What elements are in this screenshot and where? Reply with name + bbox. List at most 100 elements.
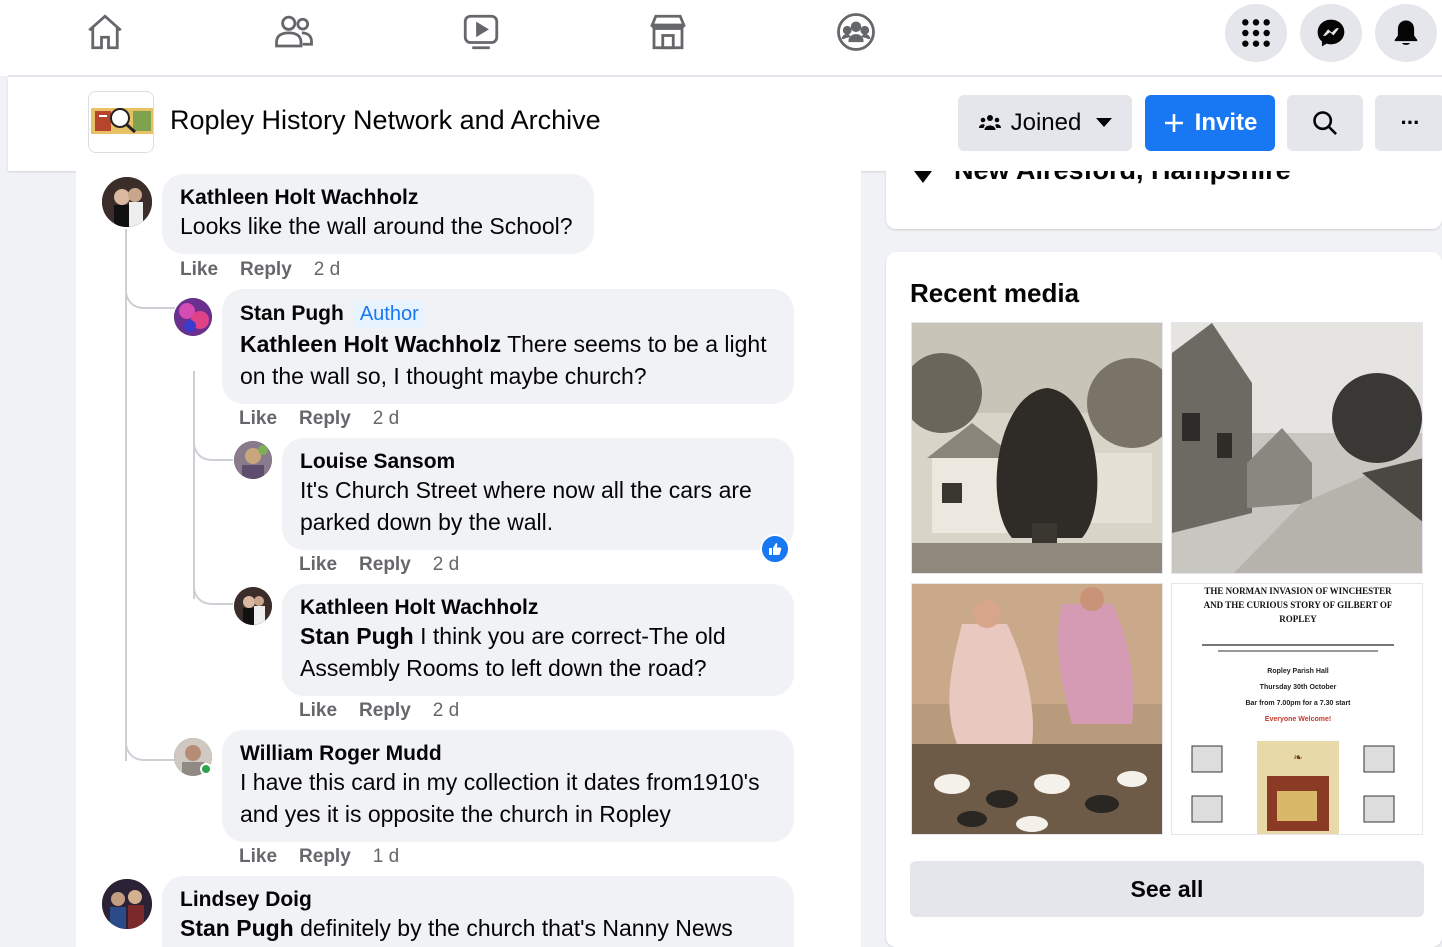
poster-line3: ROPLEY xyxy=(1279,614,1317,624)
comment-text-row: Kathleen Holt Wachholz There seems to be… xyxy=(240,328,776,392)
comment-actions: Like Reply 2 d xyxy=(299,554,481,576)
recent-media-card: Recent media THE NORMAN INVASION OF WINC… xyxy=(886,252,1442,947)
comment-actions: Like Reply 2 d xyxy=(299,700,481,722)
comment-actions: Like Reply 2 d xyxy=(180,259,362,281)
comment-time[interactable]: 2 d xyxy=(373,408,399,429)
invite-label: Invite xyxy=(1194,109,1258,136)
online-status-dot xyxy=(200,763,212,775)
friends-icon[interactable] xyxy=(272,10,316,54)
comment-bubble: Stan Pugh Author Kathleen Holt Wachholz T… xyxy=(222,289,794,404)
reply-link[interactable]: Reply xyxy=(240,259,292,280)
comment-text: definitely by the church that's Nanny Ne… xyxy=(293,915,733,941)
media-photo[interactable] xyxy=(911,322,1163,574)
avatar[interactable] xyxy=(234,441,272,479)
recent-media-title: Recent media xyxy=(910,278,1080,308)
avatar[interactable] xyxy=(234,587,272,625)
group-title[interactable]: Ropley History Network and Archive xyxy=(170,105,601,136)
author-badge: Author xyxy=(353,301,425,328)
like-link[interactable]: Like xyxy=(239,408,277,429)
reply-link[interactable]: Reply xyxy=(359,700,411,721)
mention-link[interactable]: Kathleen Holt Wachholz xyxy=(240,331,501,357)
like-link[interactable]: Like xyxy=(299,700,337,721)
comment-bubble: Louise Sansom It's Church Street where n… xyxy=(282,438,794,550)
thread-line xyxy=(193,371,195,599)
search-icon xyxy=(1313,111,1337,135)
home-icon[interactable] xyxy=(83,10,127,54)
avatar[interactable] xyxy=(102,879,152,929)
comment-time[interactable]: 2 d xyxy=(433,554,459,575)
watch-icon[interactable] xyxy=(459,10,503,54)
like-link[interactable]: Like xyxy=(299,554,337,575)
invite-button[interactable]: Invite xyxy=(1145,95,1275,151)
poster-line2: AND THE CURIOUS STORY OF GILBERT OF xyxy=(1203,600,1393,610)
avatar[interactable] xyxy=(174,298,212,336)
poster-line1: THE NORMAN INVASION OF WINCHESTER xyxy=(1204,586,1392,596)
mention-link[interactable]: Stan Pugh xyxy=(300,623,414,649)
mention-link[interactable]: Stan Pugh xyxy=(180,915,294,941)
comment-actions: Like Reply 2 d xyxy=(239,408,421,430)
poster-date: Thursday 30th October xyxy=(1259,684,1337,691)
menu-grid-button[interactable] xyxy=(1225,4,1287,62)
comment-text-row: Stan Pugh I think you are correct-The ol… xyxy=(300,620,776,684)
notifications-button[interactable] xyxy=(1375,4,1437,62)
comment-bubble: Kathleen Holt Wachholz Stan Pugh I think… xyxy=(282,584,794,696)
caret-down-icon xyxy=(1096,118,1113,127)
comment-time[interactable]: 1 d xyxy=(373,846,399,867)
group-location: New Alresford, Hampshire xyxy=(954,171,1291,186)
comment-text-row: Stan Pugh definitely by the church that'… xyxy=(180,912,776,944)
location-pin-icon xyxy=(914,171,932,183)
poster-body-lines xyxy=(1202,640,1394,656)
comment-author[interactable]: Lindsey Doig xyxy=(180,888,776,912)
menu-grid-icon xyxy=(1242,19,1270,47)
poster-venue: Ropley Parish Hall xyxy=(1267,668,1329,675)
like-link[interactable]: Like xyxy=(239,846,277,867)
like-link[interactable]: Like xyxy=(180,259,218,280)
comment-bubble: William Roger Mudd I have this card in m… xyxy=(222,730,794,842)
media-photo[interactable] xyxy=(1171,322,1423,574)
svg-text:❧: ❧ xyxy=(1293,752,1302,764)
more-options-button[interactable]: ··· xyxy=(1375,95,1442,151)
joined-button[interactable]: Joined xyxy=(958,95,1132,151)
group-header-bar: Ropley History Network and Archive Joine… xyxy=(8,77,1442,171)
comment-author[interactable]: Kathleen Holt Wachholz xyxy=(180,186,576,210)
groups-icon[interactable] xyxy=(834,10,878,54)
reply-link[interactable]: Reply xyxy=(299,846,351,867)
poster-details: Ropley Parish Hall Thursday 30th October… xyxy=(1180,664,1416,728)
messenger-button[interactable] xyxy=(1300,4,1362,62)
thread-line xyxy=(125,229,127,761)
comment-author[interactable]: Louise Sansom xyxy=(300,450,776,474)
media-poster[interactable]: THE NORMAN INVASION OF WINCHESTER AND TH… xyxy=(1171,583,1423,835)
comment-text: It's Church Street where now all the car… xyxy=(300,477,752,535)
reply-link[interactable]: Reply xyxy=(299,408,351,429)
group-about-card: New Alresford, Hampshire xyxy=(886,171,1442,229)
group-cover-thumbnail[interactable] xyxy=(88,91,154,153)
poster-heading: THE NORMAN INVASION OF WINCHESTER AND TH… xyxy=(1180,584,1416,626)
comment-author[interactable]: Kathleen Holt Wachholz xyxy=(300,596,776,620)
plus-icon xyxy=(1164,114,1183,132)
group-members-icon xyxy=(978,115,1001,130)
marketplace-icon[interactable] xyxy=(646,10,690,54)
top-navigation-bar xyxy=(0,0,1442,76)
comment-text: Looks like the wall around the School? xyxy=(180,213,573,239)
see-all-button[interactable]: See all xyxy=(910,861,1424,917)
avatar[interactable] xyxy=(102,177,152,227)
comment-time[interactable]: 2 d xyxy=(314,259,340,280)
comment-time[interactable]: 2 d xyxy=(433,700,459,721)
media-photo[interactable] xyxy=(911,583,1163,835)
joined-label: Joined xyxy=(1010,109,1082,136)
poster-time: Bar from 7.00pm for a 7.30 start xyxy=(1245,700,1351,707)
comment-author[interactable]: William Roger Mudd xyxy=(240,742,776,766)
like-reaction-icon[interactable] xyxy=(760,534,790,564)
comment-actions: Like Reply 1 d xyxy=(239,846,421,868)
reply-link[interactable]: Reply xyxy=(359,554,411,575)
group-search-button[interactable] xyxy=(1287,95,1363,151)
messenger-icon xyxy=(1317,19,1345,47)
notifications-icon xyxy=(1394,20,1418,45)
thread-connector xyxy=(125,731,175,761)
comment-bubble: Lindsey Doig Stan Pugh definitely by the… xyxy=(162,876,794,947)
comments-feed: Kathleen Holt Wachholz Looks like the wa… xyxy=(8,171,861,947)
comment-bubble: Kathleen Holt Wachholz Looks like the wa… xyxy=(162,174,594,254)
comment-author[interactable]: Stan Pugh xyxy=(240,302,344,325)
more-icon: ··· xyxy=(1400,110,1421,135)
poster-welcome: Everyone Welcome! xyxy=(1264,716,1332,723)
